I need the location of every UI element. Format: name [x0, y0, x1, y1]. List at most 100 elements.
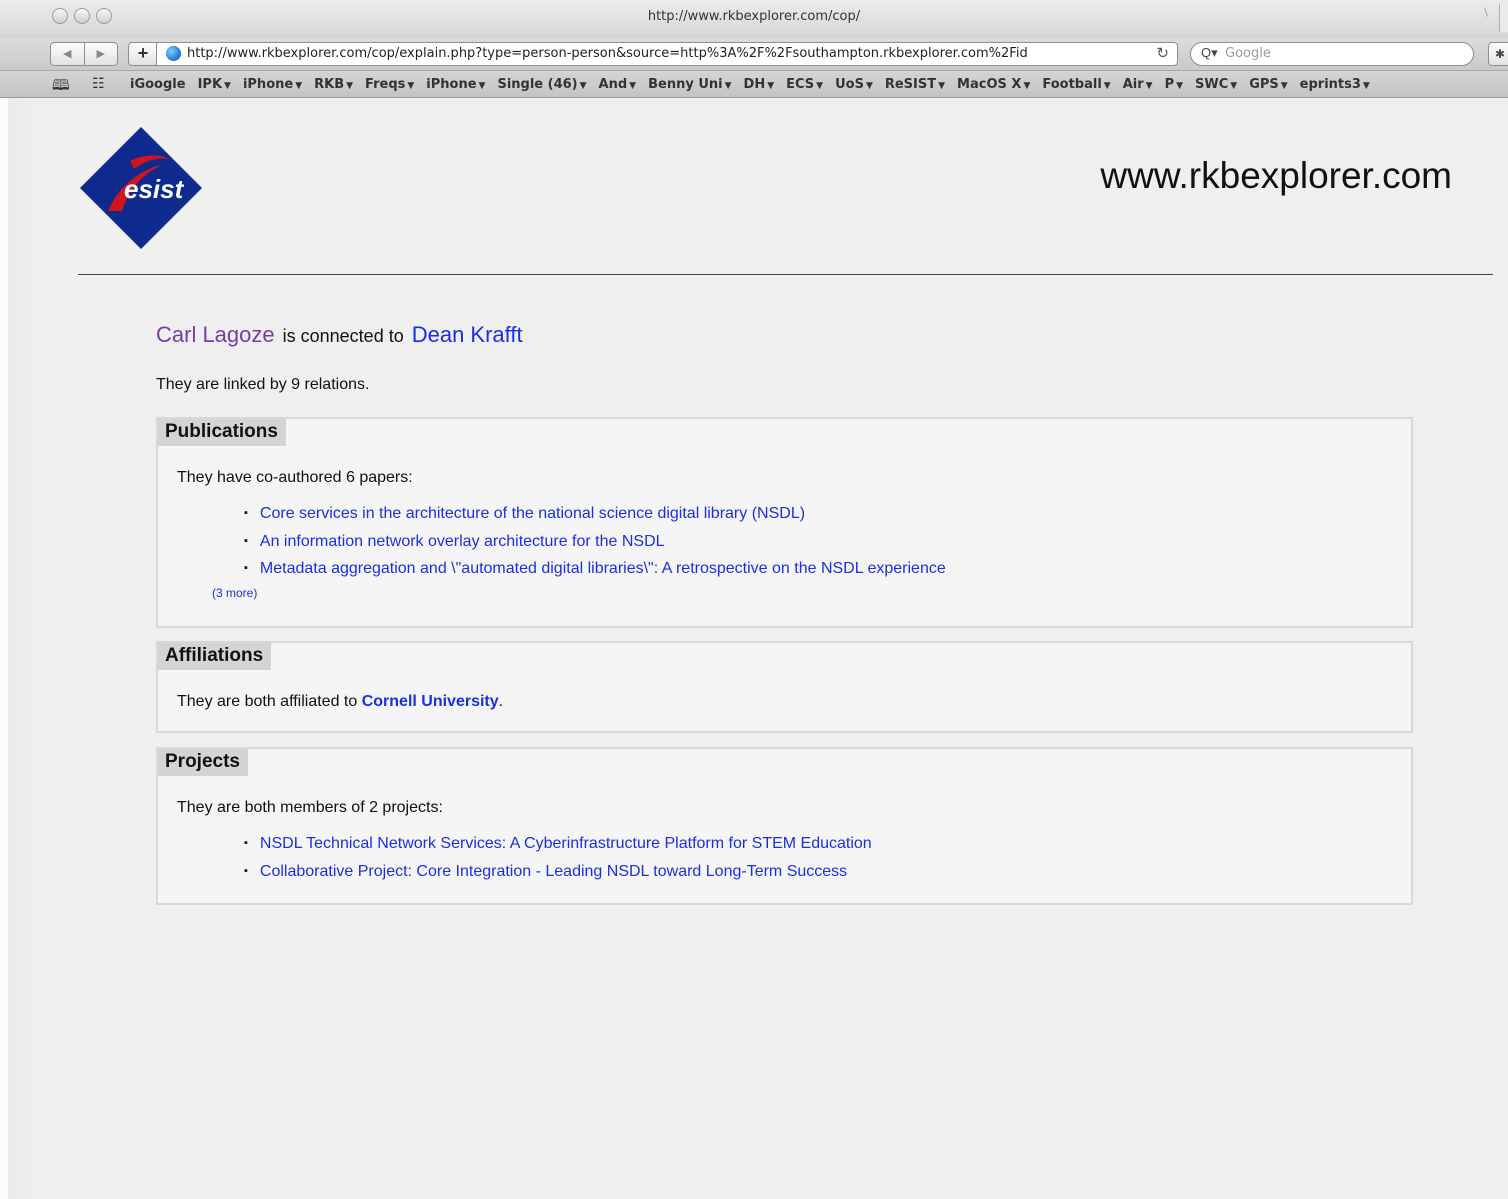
more-publications-link[interactable]: (3 more) [212, 586, 257, 600]
chevron-down-icon: ▼ [938, 81, 946, 91]
bookmark-item[interactable]: MacOS X ▼ [957, 77, 1030, 92]
chevron-down-icon: ▼ [1280, 81, 1288, 91]
bookmark-item[interactable]: iGoogle [130, 77, 186, 92]
address-bar[interactable]: http://www.rkbexplorer.com/cop/explain.p… [156, 42, 1178, 66]
bookmark-label: DH [743, 77, 766, 92]
chevron-down-icon: ▼ [1230, 81, 1238, 91]
forward-button[interactable]: ▶ [83, 43, 118, 65]
browser-toolbar: ◀ ▶ + http://www.rkbexplorer.com/cop/exp… [0, 38, 1508, 71]
bookmark-label: UoS [835, 77, 864, 92]
bug-report-icon[interactable]: ✱ [1488, 42, 1508, 66]
window-title: http://www.rkbexplorer.com/cop/ [647, 9, 861, 24]
bookmark-item[interactable]: ReSIST ▼ [885, 77, 945, 92]
bookmark-item[interactable]: DH ▼ [744, 77, 775, 92]
publications-intro: They have co-authored 6 papers: [177, 469, 413, 486]
chevron-down-icon: ▼ [478, 81, 486, 91]
search-icon[interactable]: Q▾ [1201, 45, 1218, 61]
project-link[interactable]: Collaborative Project: Core Integration … [244, 858, 872, 886]
bookmark-label: Football [1042, 77, 1102, 92]
publications-list: Core services in the architecture of the… [244, 500, 946, 583]
bookmark-label: ECS [786, 77, 815, 92]
address-input[interactable]: http://www.rkbexplorer.com/cop/explain.p… [187, 46, 1137, 61]
bookmark-item[interactable]: GPS ▼ [1249, 77, 1287, 92]
book-icon[interactable]: 🕮 [52, 75, 70, 100]
bookmark-item[interactable]: eprints3 ▼ [1300, 77, 1370, 92]
bookmark-label: MacOS X [957, 77, 1022, 92]
page-left-shadow [8, 98, 40, 1199]
bookmark-item[interactable]: IPK ▼ [198, 77, 231, 92]
projects-section: Projects They are both members of 2 proj… [156, 747, 1413, 905]
connector-text: is connected to [282, 326, 404, 346]
bookmark-item[interactable]: Benny Uni ▼ [648, 77, 731, 92]
publication-link[interactable]: Core services in the architecture of the… [244, 500, 946, 528]
bookmark-label: iGoogle [130, 77, 186, 92]
publications-section: Publications They have co-authored 6 pap… [156, 417, 1413, 628]
chevron-down-icon: ▼ [346, 81, 354, 91]
add-bookmark-button[interactable]: + [128, 42, 157, 66]
affiliations-section: Affiliations They are both affiliated to… [156, 641, 1413, 733]
bookmark-item[interactable]: SWC ▼ [1195, 77, 1237, 92]
chevron-down-icon: ▼ [407, 81, 415, 91]
bookmark-item[interactable]: Freqs ▼ [365, 77, 414, 92]
bookmark-label: Benny Uni [648, 77, 723, 92]
bookmark-label: Freqs [365, 77, 406, 92]
grid-icon[interactable]: ☷ [92, 75, 105, 92]
bookmark-item[interactable]: iPhone ▼ [426, 77, 485, 92]
chevron-down-icon: ▼ [724, 81, 732, 91]
affiliations-text: They are both affiliated to Cornell Univ… [177, 693, 503, 711]
bookmark-label: RKB [314, 77, 345, 92]
project-link[interactable]: NSDL Technical Network Services: A Cyber… [244, 830, 872, 858]
reload-icon[interactable]: ↻ [1156, 44, 1169, 62]
bookmark-label: P [1164, 77, 1175, 92]
bookmark-label: iPhone [426, 77, 477, 92]
relations-count: They are linked by 9 relations. [156, 376, 370, 393]
projects-list: NSDL Technical Network Services: A Cyber… [244, 830, 872, 885]
publication-link[interactable]: An information network overlay architect… [244, 528, 946, 556]
site-name: www.rkbexplorer.com [1100, 155, 1452, 196]
window-titlebar: http://www.rkbexplorer.com/cop/ ∖ [0, 0, 1508, 39]
bookmark-label: And [598, 77, 628, 92]
publication-link[interactable]: Metadata aggregation and \"automated dig… [244, 555, 946, 583]
chevron-down-icon: ▼ [816, 81, 824, 91]
bookmark-item[interactable]: Air ▼ [1123, 77, 1153, 92]
header-divider [78, 274, 1493, 275]
connection-heading: Carl Lagoze is connected to Dean Krafft [156, 322, 523, 348]
chevron-down-icon: ▼ [1362, 81, 1370, 91]
resize-grip-icon[interactable]: ∖ [1482, 6, 1494, 19]
page-left-edge [0, 98, 8, 1199]
projects-title: Projects [158, 749, 248, 776]
chevron-down-icon: ▼ [629, 81, 637, 91]
bookmark-item[interactable]: ECS ▼ [786, 77, 823, 92]
bookmark-item[interactable]: Single (46) ▼ [497, 77, 586, 92]
resist-logo[interactable]: esist [78, 125, 204, 251]
chevron-down-icon: ▼ [224, 81, 231, 91]
chevron-down-icon: ▼ [1023, 81, 1031, 91]
person-a-link[interactable]: Carl Lagoze [156, 322, 275, 347]
bookmark-item[interactable]: iPhone ▼ [243, 77, 302, 92]
bookmark-item[interactable]: P ▼ [1165, 77, 1183, 92]
bookmark-item[interactable]: Football ▼ [1042, 77, 1110, 92]
back-button[interactable]: ◀ [51, 43, 84, 65]
bookmark-label: Single (46) [497, 77, 578, 92]
history-nav: ◀ ▶ [50, 42, 118, 66]
bookmark-item[interactable]: UoS ▼ [835, 77, 873, 92]
bookmark-label: IPK [197, 77, 223, 92]
bookmark-label: iPhone [242, 77, 294, 92]
bookmark-item[interactable]: RKB ▼ [314, 77, 353, 92]
toolbar-toggle-button[interactable] [1499, 4, 1508, 32]
search-field[interactable]: Q▾ Google [1190, 42, 1474, 66]
projects-intro: They are both members of 2 projects: [177, 799, 443, 816]
affiliations-suffix: . [498, 693, 504, 710]
chevron-down-icon: ▼ [295, 81, 303, 91]
bookmark-label: eprints3 [1299, 77, 1361, 92]
bookmark-label: ReSIST [884, 77, 937, 92]
search-input[interactable]: Google [1225, 46, 1271, 61]
publications-title: Publications [158, 419, 286, 446]
cornell-university-link[interactable]: Cornell University [362, 693, 499, 710]
chevron-down-icon: ▼ [865, 81, 873, 91]
bookmark-item[interactable]: And ▼ [599, 77, 637, 92]
chevron-down-icon: ▼ [1103, 81, 1111, 91]
chevron-down-icon: ▼ [1145, 81, 1153, 91]
chevron-down-icon: ▼ [1176, 81, 1184, 91]
person-b-link[interactable]: Dean Krafft [412, 322, 523, 347]
